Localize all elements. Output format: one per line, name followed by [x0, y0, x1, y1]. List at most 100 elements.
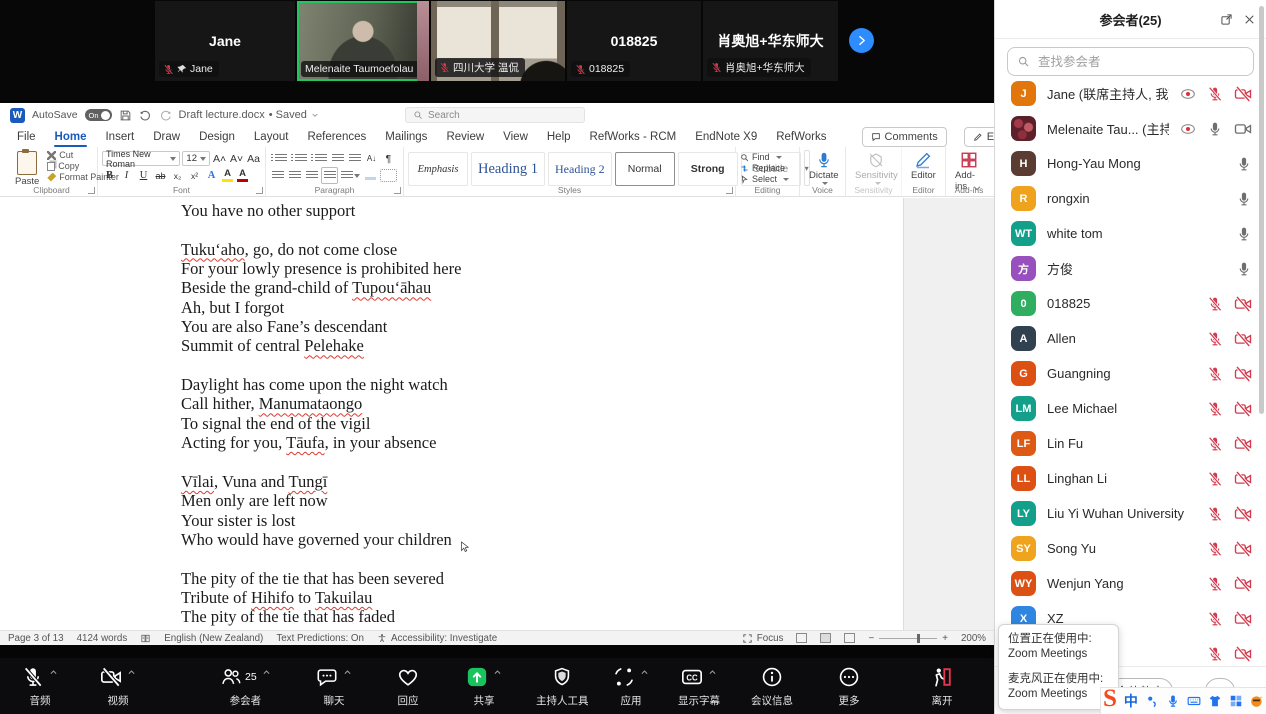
paste-button[interactable]: Paste — [10, 150, 44, 188]
print-layout-button[interactable] — [820, 633, 831, 643]
participants-scrollbar[interactable] — [1259, 6, 1264, 414]
superscript-button[interactable]: x² — [187, 168, 202, 183]
increase-indent-button[interactable] — [347, 151, 362, 166]
menu-tab-design[interactable]: Design — [198, 129, 236, 145]
editor-button[interactable]: Editor — [906, 150, 941, 182]
status-predictions[interactable]: Text Predictions: On — [276, 633, 364, 644]
menu-tab-view[interactable]: View — [502, 129, 529, 145]
status-page[interactable]: Page 3 of 13 — [8, 633, 64, 644]
dictate-button[interactable]: Dictate — [804, 150, 844, 186]
video-tile-xiaoaoxu[interactable]: 肖奥旭+华东师大肖奥旭+华东师大 — [703, 1, 838, 81]
participant-row[interactable]: Melenaite Tau... (主持人) — [995, 111, 1266, 146]
undo-icon[interactable] — [139, 109, 152, 122]
chevron-up-icon[interactable] — [640, 668, 649, 677]
menu-tab-help[interactable]: Help — [546, 129, 572, 145]
align-left-button[interactable] — [270, 168, 285, 183]
menu-tab-review[interactable]: Review — [445, 129, 485, 145]
grow-font-button[interactable]: A˄ — [212, 151, 227, 166]
next-videos-button[interactable] — [849, 28, 874, 53]
font-size-select[interactable]: 12 — [182, 151, 210, 166]
ime-language-icon[interactable]: 中 — [1124, 691, 1138, 711]
menu-tab-mailings[interactable]: Mailings — [384, 129, 428, 145]
line-spacing-button[interactable] — [340, 168, 361, 183]
toolbar-apps[interactable]: 应用 — [613, 664, 649, 708]
subscript-button[interactable]: x₂ — [170, 168, 185, 183]
bold-button[interactable]: B — [102, 168, 117, 183]
chevron-up-icon[interactable] — [49, 668, 58, 677]
focus-mode-button[interactable]: Focus — [742, 633, 784, 644]
participant-row[interactable]: LYLiu Yi Wuhan University — [995, 496, 1266, 531]
participant-row[interactable]: AAllen — [995, 321, 1266, 356]
find-button[interactable]: Find — [740, 152, 795, 162]
web-layout-button[interactable] — [844, 633, 855, 643]
participant-row[interactable]: WYWenjun Yang — [995, 566, 1266, 601]
toolbar-more[interactable]: 更多 — [838, 664, 860, 708]
underline-button[interactable]: U — [136, 168, 151, 183]
participant-row[interactable]: Rrongxin — [995, 181, 1266, 216]
close-icon[interactable] — [1243, 13, 1256, 26]
menu-tab-endnote-x9[interactable]: EndNote X9 — [694, 129, 758, 145]
italic-button[interactable]: I — [119, 168, 134, 183]
style-emphasis[interactable]: Emphasis — [408, 152, 468, 186]
toolbar-leave[interactable]: 离开 — [931, 664, 953, 708]
comments-button[interactable]: Comments — [862, 127, 947, 147]
borders-button[interactable] — [380, 169, 397, 182]
participant-search-input[interactable] — [1036, 54, 1244, 70]
status-accessibility[interactable]: Accessibility: Investigate — [377, 633, 497, 644]
tray-emoji-icon[interactable] — [1250, 694, 1264, 708]
read-mode-button[interactable] — [796, 633, 807, 643]
tray-grid-icon[interactable] — [1229, 694, 1243, 708]
style-normal[interactable]: Normal — [615, 152, 675, 186]
popout-icon[interactable] — [1220, 13, 1233, 26]
menu-tab-insert[interactable]: Insert — [104, 129, 135, 145]
status-language[interactable]: English (New Zealand) — [164, 633, 263, 644]
styles-dialog-launcher[interactable] — [726, 187, 733, 194]
style-strong[interactable]: Strong — [678, 152, 738, 186]
save-icon[interactable] — [119, 109, 132, 122]
participant-row[interactable]: LMLee Michael — [995, 391, 1266, 426]
document-canvas[interactable]: You have no other supportTukuʻaho, go, d… — [0, 198, 994, 630]
strikethrough-button[interactable]: ab — [153, 168, 168, 183]
toolbar-host-tools[interactable]: 主持人工具 — [536, 664, 589, 708]
redo-icon[interactable] — [159, 109, 172, 122]
participant-row[interactable]: 方方俊 — [995, 251, 1266, 286]
location-icon[interactable] — [1145, 694, 1159, 708]
replace-button[interactable]: Replace — [740, 163, 795, 173]
video-tile-jane[interactable]: JaneJane — [155, 1, 295, 81]
multilevel-list-button[interactable] — [310, 151, 328, 166]
video-tile-sichuan[interactable]: 四川大学 温侃 — [431, 1, 565, 81]
chevron-up-icon[interactable] — [127, 668, 136, 677]
participant-row[interactable]: HHong-Yau Mong — [995, 146, 1266, 181]
align-center-button[interactable] — [287, 168, 302, 183]
zoom-slider[interactable]: − + — [868, 633, 947, 644]
collapse-ribbon-icon[interactable] — [972, 183, 982, 193]
decrease-indent-button[interactable] — [330, 151, 345, 166]
menu-tab-draw[interactable]: Draw — [152, 129, 181, 145]
clipboard-dialog-launcher[interactable] — [88, 187, 95, 194]
toolbar-chat[interactable]: 聊天 — [316, 664, 352, 708]
zoom-slider-thumb[interactable] — [917, 634, 920, 643]
menu-tab-layout[interactable]: Layout — [253, 129, 290, 145]
chevron-up-icon[interactable] — [262, 668, 271, 677]
shrink-font-button[interactable]: A˅ — [229, 151, 244, 166]
show-marks-button[interactable]: ¶ — [381, 151, 396, 166]
toolbar-share[interactable]: 共享 — [466, 664, 502, 708]
participant-row[interactable]: JJane (联席主持人, 我) — [995, 76, 1266, 111]
menu-tab-file[interactable]: File — [16, 129, 37, 145]
chevron-up-icon[interactable] — [343, 668, 352, 677]
menu-tab-home[interactable]: Home — [54, 129, 88, 145]
align-right-button[interactable] — [304, 168, 319, 183]
sogou-icon[interactable]: S — [1103, 688, 1117, 710]
document-title[interactable]: Draft lecture.docx • Saved — [179, 109, 319, 121]
tray-keyboard-icon[interactable] — [1187, 694, 1201, 708]
font-color-button[interactable]: A — [236, 169, 249, 182]
numbering-button[interactable] — [290, 151, 308, 166]
text-effects-button[interactable]: A — [204, 168, 219, 183]
toolbar-participants[interactable]: 25参会者 — [220, 664, 271, 708]
menu-tab-refworks-rcm[interactable]: RefWorks - RCM — [589, 129, 678, 145]
participant-row[interactable]: 0018825 — [995, 286, 1266, 321]
chevron-up-icon[interactable] — [708, 668, 717, 677]
toolbar-reactions[interactable]: 回应 — [397, 664, 419, 708]
menu-tab-references[interactable]: References — [306, 129, 367, 145]
video-tile-melenaite[interactable]: Melenaite Taumoefolau — [297, 1, 429, 81]
